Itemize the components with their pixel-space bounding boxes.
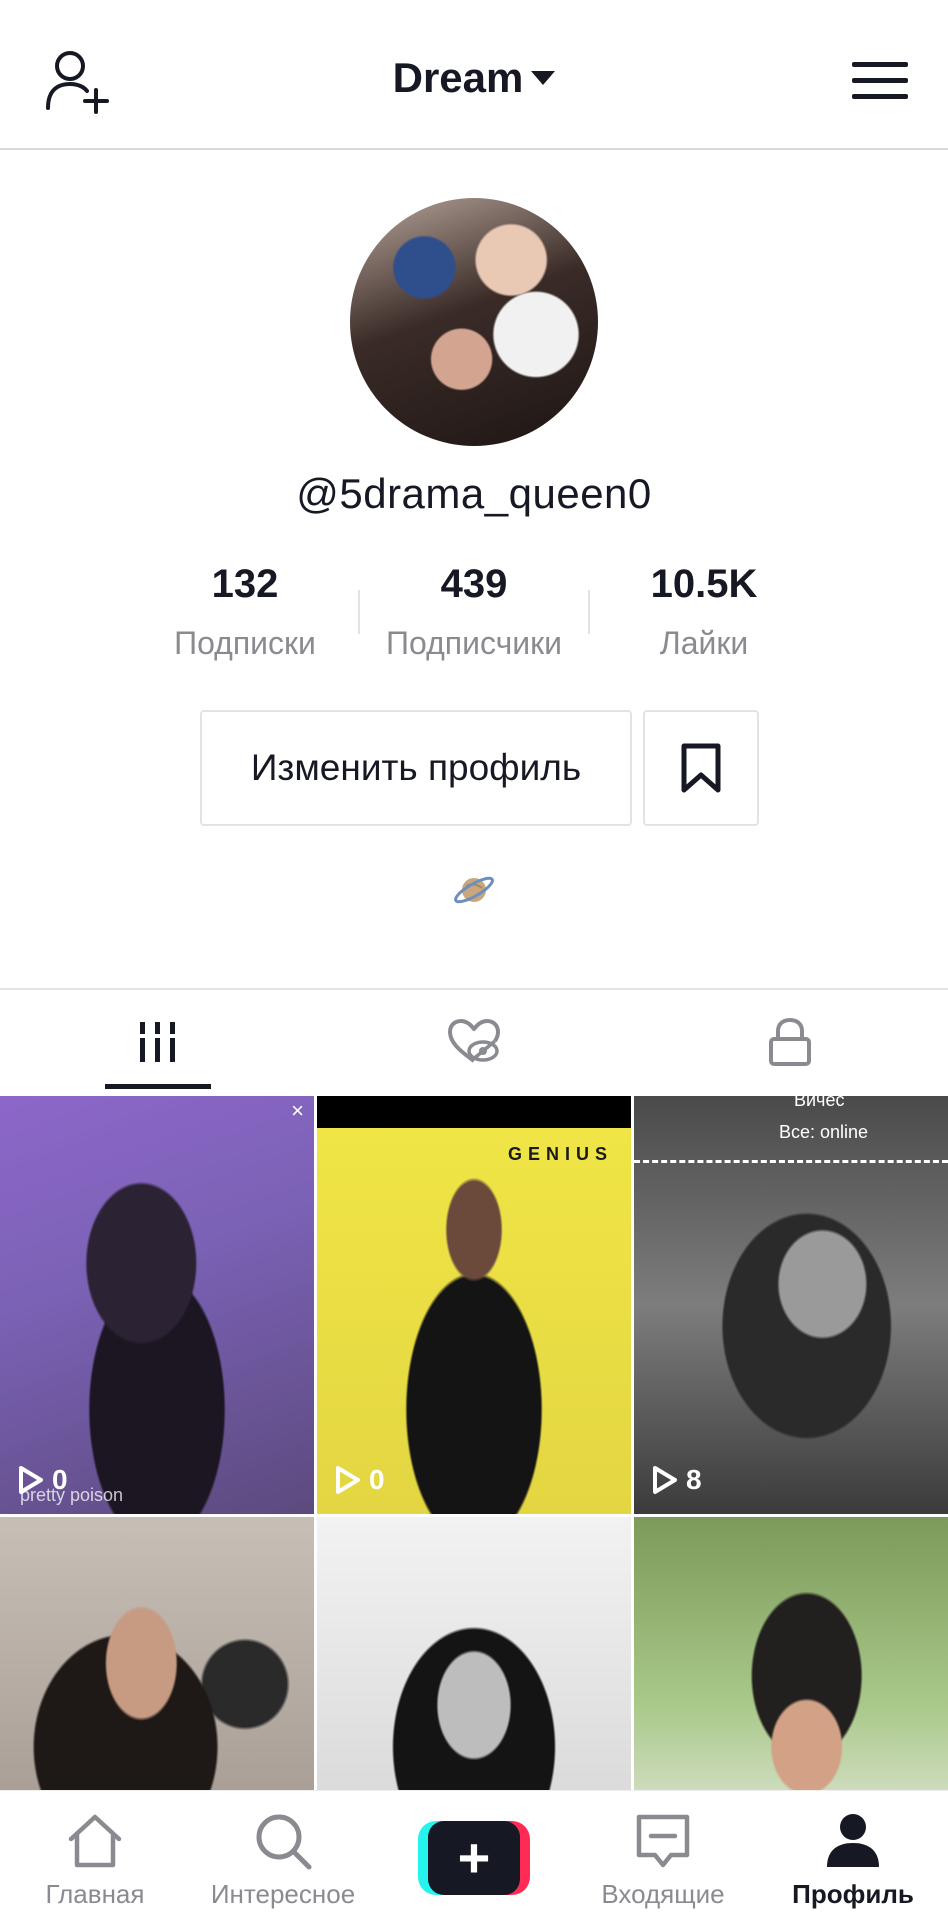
account-name: Dream: [392, 54, 524, 101]
play-icon: [19, 1466, 43, 1494]
stats-row: 132 Подписки 439 Подписчики 10.5K Лайки: [130, 562, 818, 672]
edit-profile-button[interactable]: Изменить профиль: [200, 710, 632, 826]
profile-icon: [827, 1814, 879, 1867]
close-icon: ×: [291, 1098, 304, 1123]
lock-icon: [769, 1017, 811, 1066]
play-icon: [653, 1466, 677, 1494]
divider: [634, 1160, 948, 1163]
stat-value: 439: [440, 562, 508, 606]
video-thumbnail[interactable]: × pretty poison 0: [0, 1096, 314, 1514]
create-button[interactable]: +: [418, 1821, 530, 1895]
video-thumbnail[interactable]: [0, 1517, 314, 1790]
stat-value: 132: [211, 562, 279, 606]
top-header: Dream: [0, 0, 948, 150]
view-count: 0: [18, 1464, 68, 1496]
view-count: 0: [335, 1464, 385, 1496]
video-tag: GENIUS: [507, 1144, 613, 1164]
video-thumbnail[interactable]: [317, 1517, 631, 1790]
view-count: 8: [652, 1464, 702, 1496]
home-icon: [68, 1814, 122, 1868]
inbox-icon: [636, 1814, 690, 1868]
account-switcher[interactable]: Dream: [0, 54, 948, 102]
tab-videos[interactable]: [0, 990, 316, 1094]
tab-private[interactable]: [632, 990, 948, 1094]
planet-emoji: [452, 868, 496, 912]
search-icon: [256, 1814, 312, 1870]
view-count-value: 0: [369, 1464, 385, 1495]
play-icon: [336, 1466, 360, 1494]
nav-label: Профиль: [792, 1879, 914, 1909]
stat-label: Лайки: [659, 625, 749, 661]
tab-liked[interactable]: [316, 990, 632, 1094]
bookmark-icon: [681, 743, 721, 793]
view-count-value: 0: [52, 1464, 68, 1495]
bottom-nav: Главная Интересное + Входящие Профиль: [0, 1790, 948, 1920]
nav-discover[interactable]: Интересное: [188, 1791, 378, 1920]
nav-label: Интересное: [210, 1879, 356, 1909]
video-grid: × pretty poison 0 GENIUS 0 Вичес Все: on…: [0, 1096, 948, 1790]
video-thumbnail[interactable]: GENIUS 0: [317, 1096, 631, 1514]
chevron-down-icon: [531, 70, 556, 85]
hidden-heart-icon: [448, 1019, 500, 1063]
video-thumbnail[interactable]: Вичес Все: online 8: [634, 1096, 948, 1514]
nav-inbox[interactable]: Входящие: [568, 1791, 758, 1920]
nav-label: Главная: [45, 1879, 145, 1909]
video-overlay-status: Все: online: [779, 1122, 869, 1142]
stat-label: Подписчики: [385, 625, 563, 661]
stat-following[interactable]: 132 Подписки: [130, 562, 360, 662]
stat-followers[interactable]: 439 Подписчики: [359, 562, 589, 662]
active-tab-indicator: [105, 1084, 211, 1089]
stat-value: 10.5K: [650, 562, 758, 606]
plus-icon: +: [428, 1821, 520, 1895]
video-overlay-text: Вичес: [794, 1096, 845, 1110]
grid-lines-icon: [138, 1022, 178, 1062]
video-thumbnail[interactable]: [634, 1517, 948, 1790]
hamburger-menu-icon[interactable]: [852, 58, 908, 104]
stat-label: Подписки: [174, 625, 316, 661]
stat-likes[interactable]: 10.5K Лайки: [589, 562, 819, 662]
username: @5drama_queen0: [296, 470, 652, 517]
nav-profile[interactable]: Профиль: [758, 1791, 948, 1920]
nav-home[interactable]: Главная: [0, 1791, 190, 1920]
favorites-button[interactable]: [643, 710, 759, 826]
view-count-value: 8: [686, 1464, 702, 1495]
avatar[interactable]: [350, 198, 598, 446]
content-tabs: [0, 988, 948, 1092]
nav-label: Входящие: [601, 1879, 725, 1909]
